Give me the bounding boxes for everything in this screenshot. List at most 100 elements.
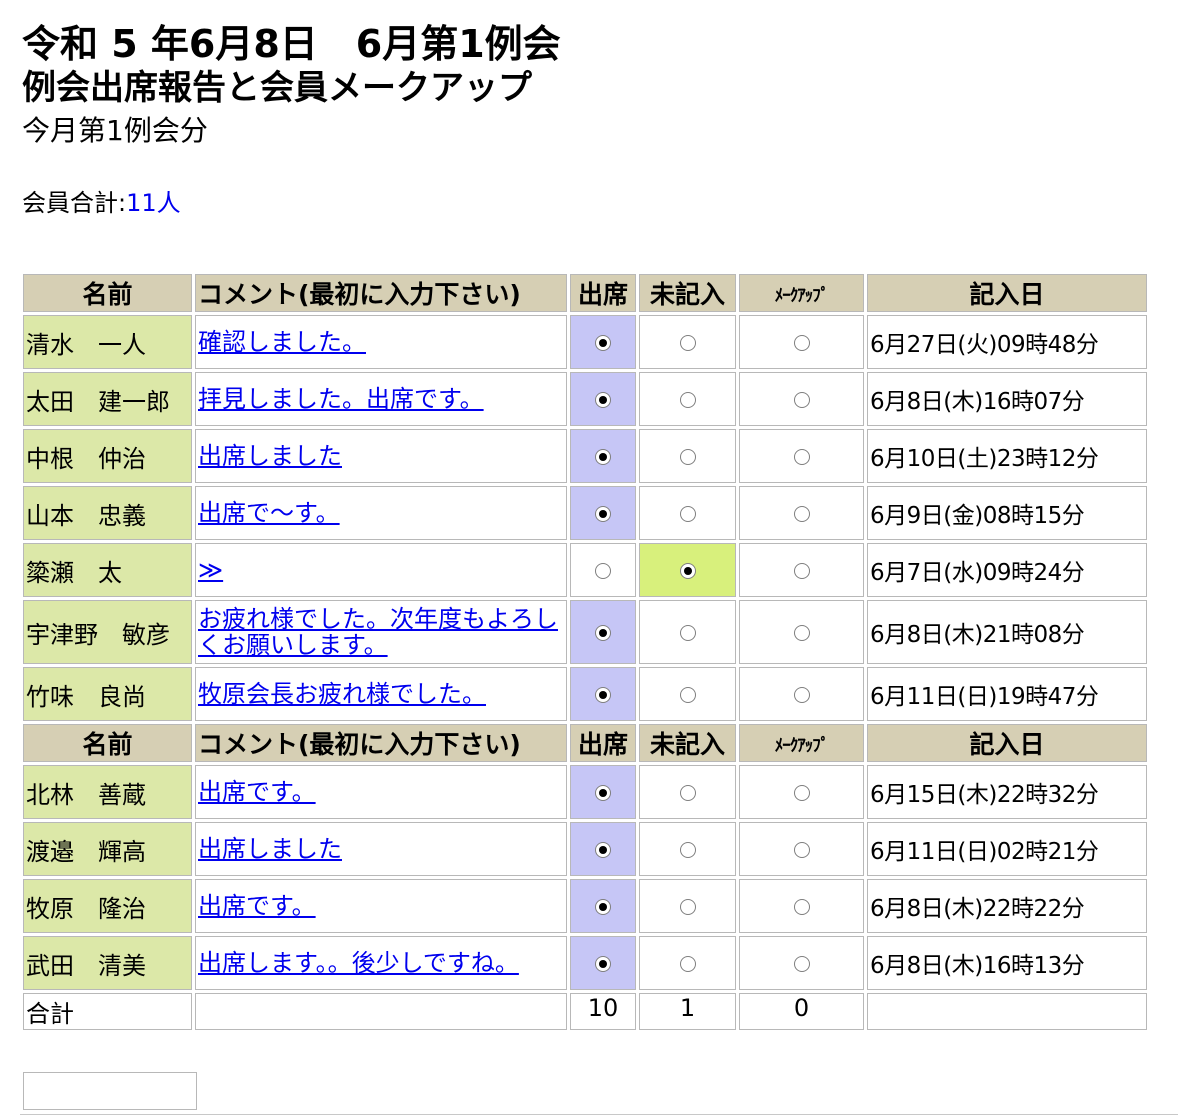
- totals-date-empty: [867, 993, 1147, 1030]
- member-comment-link[interactable]: 出席で〜す。: [198, 499, 340, 527]
- member-comment-link[interactable]: 出席です。: [198, 778, 316, 806]
- entry-date: 6月9日(金)08時15分: [867, 486, 1147, 540]
- attendance-table-body: 名前 コメント(最初に入力下さい) 出席 未記入 ﾒｰｸｱｯﾌﾟ 記入日 清水 一人 確認しま…: [23, 274, 1147, 1030]
- entry-date: 6月10日(土)23時12分: [867, 429, 1147, 483]
- member-comment-link[interactable]: 牧原会長お疲れ様でした。: [198, 680, 486, 708]
- member-comment-link[interactable]: お疲れ様でした。次年度もよろしくお願いします。: [198, 605, 558, 659]
- makeup-radio[interactable]: [793, 842, 810, 858]
- entry-date: 6月11日(日)02時21分: [867, 822, 1147, 876]
- makeup-radio-cell: [739, 315, 864, 369]
- member-total-count: 11人: [126, 189, 181, 217]
- entry-date: 6月11日(日)19時47分: [867, 667, 1147, 721]
- attend-radio-cell: [570, 486, 636, 540]
- member-name: 北林 善蔵: [23, 765, 192, 819]
- attend-radio-cell: [570, 667, 636, 721]
- attend-radio-cell: [570, 315, 636, 369]
- makeup-radio[interactable]: [793, 785, 810, 801]
- attend-radio[interactable]: [595, 842, 611, 858]
- member-comment-link[interactable]: 出席です。: [198, 892, 316, 920]
- member-row: 宇津野 敏彦 お疲れ様でした。次年度もよろしくお願いします。 6月8日(木)21時0…: [23, 600, 1147, 664]
- attend-radio[interactable]: [595, 506, 611, 522]
- column-header-unrecorded: 未記入: [639, 274, 736, 312]
- member-comment-cell: お疲れ様でした。次年度もよろしくお願いします。: [195, 600, 567, 664]
- unrecorded-radio[interactable]: [679, 842, 696, 858]
- unrecorded-radio[interactable]: [679, 506, 696, 522]
- unrecorded-radio-cell: [639, 822, 736, 876]
- member-name: 竹味 良尚: [23, 667, 192, 721]
- bottom-input-box[interactable]: [23, 1072, 197, 1110]
- attend-radio-cell: [570, 936, 636, 990]
- attend-radio-cell: [570, 765, 636, 819]
- makeup-radio-cell: [739, 822, 864, 876]
- unrecorded-radio-cell: [639, 765, 736, 819]
- column-header-date: 記入日: [867, 724, 1147, 762]
- attend-radio-cell: [570, 600, 636, 664]
- attend-radio[interactable]: [595, 449, 611, 465]
- makeup-radio-cell: [739, 879, 864, 933]
- unrecorded-radio[interactable]: [679, 625, 696, 641]
- unrecorded-radio-cell: [639, 667, 736, 721]
- member-comment-link[interactable]: 確認しました。: [198, 328, 366, 356]
- unrecorded-radio[interactable]: [679, 392, 696, 408]
- total-attend: 10: [570, 993, 636, 1030]
- unrecorded-radio[interactable]: [679, 687, 696, 703]
- unrecorded-radio[interactable]: [679, 785, 696, 801]
- makeup-radio[interactable]: [793, 687, 810, 703]
- makeup-radio[interactable]: [793, 506, 810, 522]
- attend-radio-cell: [570, 822, 636, 876]
- member-comment-cell: 出席します。。後少しですね。: [195, 936, 567, 990]
- entry-date: 6月8日(木)16時13分: [867, 936, 1147, 990]
- makeup-radio[interactable]: [793, 335, 810, 351]
- makeup-radio-cell: [739, 486, 864, 540]
- attend-radio[interactable]: [595, 785, 611, 801]
- member-name: 牧原 隆治: [23, 879, 192, 933]
- makeup-radio[interactable]: [793, 392, 810, 408]
- member-comment-link[interactable]: 出席しました: [198, 442, 342, 470]
- member-row: 山本 忠義 出席で〜す。 6月9日(金)08時15分: [23, 486, 1147, 540]
- member-comment-cell: 出席しました: [195, 822, 567, 876]
- member-comment-link[interactable]: ≫: [198, 556, 223, 584]
- makeup-radio-cell: [739, 765, 864, 819]
- attend-radio[interactable]: [595, 625, 611, 641]
- attend-radio-cell: [570, 372, 636, 426]
- unrecorded-radio[interactable]: [679, 449, 696, 465]
- totals-row: 合計 10 1 0: [23, 993, 1147, 1030]
- attend-radio[interactable]: [595, 392, 611, 408]
- member-comment-cell: 出席しました: [195, 429, 567, 483]
- column-header-name: 名前: [23, 274, 192, 312]
- member-comment-link[interactable]: 出席します。。後少しですね。: [198, 949, 519, 977]
- unrecorded-radio[interactable]: [679, 335, 696, 351]
- attend-radio[interactable]: [595, 956, 611, 972]
- member-total-label: 会員合計:: [22, 189, 127, 217]
- unrecorded-radio[interactable]: [679, 956, 696, 972]
- attendance-table: 名前 コメント(最初に入力下さい) 出席 未記入 ﾒｰｸｱｯﾌﾟ 記入日 清水 一人 確認しま…: [20, 271, 1150, 1033]
- makeup-radio-cell: [739, 372, 864, 426]
- page-subtitle: 例会出席報告と会員メークアップ: [22, 68, 532, 108]
- attend-radio[interactable]: [595, 335, 611, 351]
- makeup-radio[interactable]: [793, 625, 810, 641]
- column-header-attend: 出席: [570, 274, 636, 312]
- makeup-radio[interactable]: [793, 449, 810, 465]
- member-comment-link[interactable]: 出席しました: [198, 835, 342, 863]
- total-unrecorded: 1: [639, 993, 736, 1030]
- makeup-radio[interactable]: [793, 563, 810, 579]
- unrecorded-radio[interactable]: [679, 563, 696, 579]
- member-name: 武田 清美: [23, 936, 192, 990]
- makeup-radio[interactable]: [793, 899, 810, 915]
- member-comment-cell: 出席です。: [195, 765, 567, 819]
- unrecorded-radio[interactable]: [679, 899, 696, 915]
- totals-comment-empty: [195, 993, 567, 1030]
- bottom-divider: [20, 1114, 1178, 1115]
- attend-radio[interactable]: [595, 687, 611, 703]
- column-header-makeup: ﾒｰｸｱｯﾌﾟ: [739, 274, 864, 312]
- member-comment-link[interactable]: 拝見しました。出席です。: [198, 385, 484, 413]
- table-header-row: 名前 コメント(最初に入力下さい) 出席 未記入 ﾒｰｸｱｯﾌﾟ 記入日: [23, 724, 1147, 762]
- page-title: 令和 5 年6月8日 6月第1例会: [22, 22, 561, 66]
- attend-radio-cell: [570, 429, 636, 483]
- makeup-radio[interactable]: [793, 956, 810, 972]
- member-name: 中根 仲治: [23, 429, 192, 483]
- attend-radio[interactable]: [595, 899, 611, 915]
- member-row: 渡邉 輝高 出席しました 6月11日(日)02時21分: [23, 822, 1147, 876]
- attend-radio[interactable]: [595, 563, 611, 579]
- member-name: 宇津野 敏彦: [23, 600, 192, 664]
